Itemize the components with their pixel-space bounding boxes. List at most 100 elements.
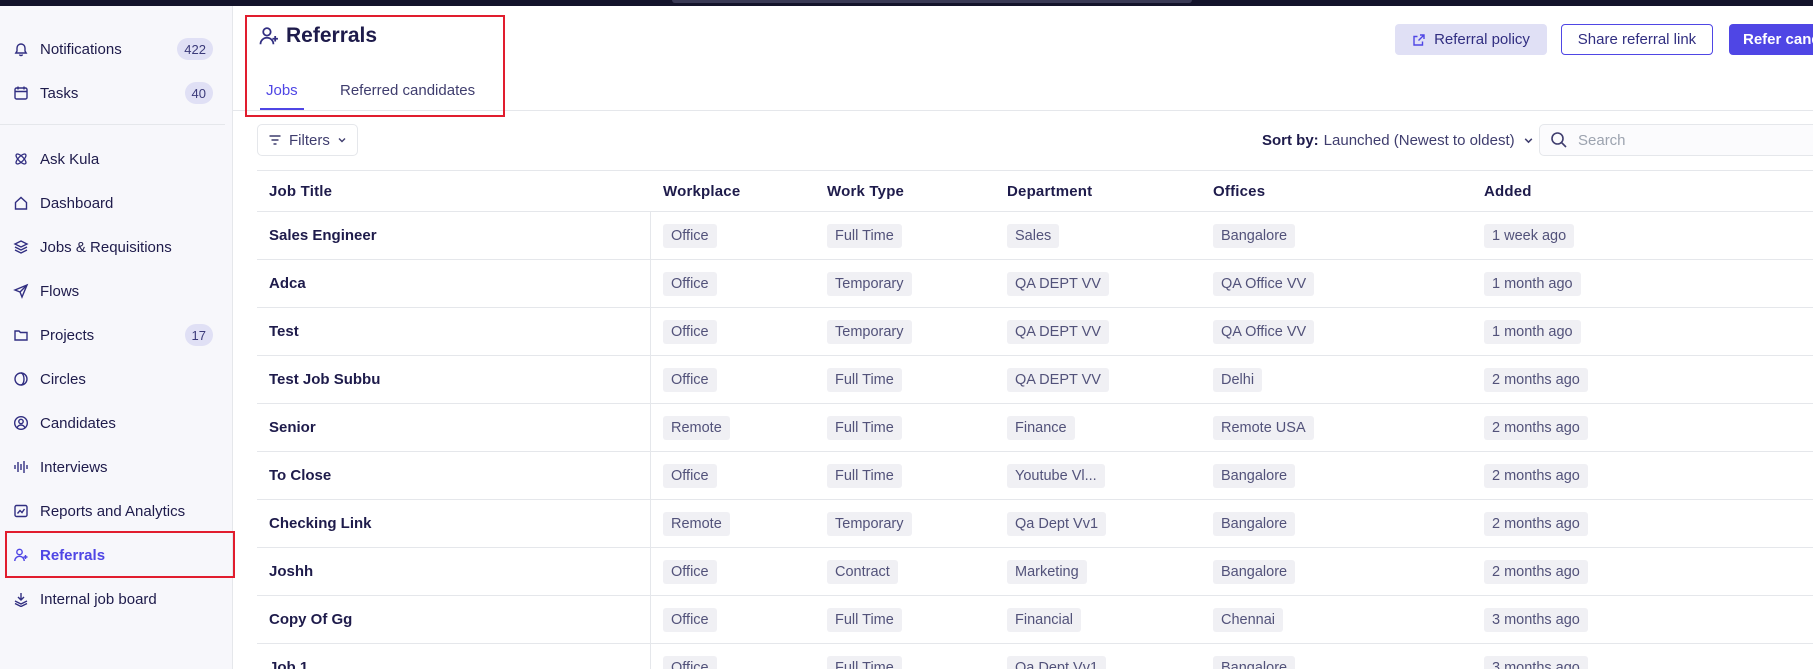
job-title-link[interactable]: Joshh — [269, 563, 313, 580]
sidebar-item-circles[interactable]: Circles — [0, 361, 233, 397]
office-pill: Chennai — [1213, 608, 1284, 632]
job-title-link[interactable]: Sales Engineer — [269, 227, 377, 244]
chevron-down-icon — [1523, 135, 1534, 146]
job-title-link[interactable]: To Close — [269, 467, 331, 484]
sidebar-item-label: Referrals — [40, 546, 106, 564]
column-header-added[interactable]: Added — [1484, 183, 1532, 200]
job-title-link[interactable]: Senior — [269, 419, 316, 436]
office-pill: Delhi — [1213, 368, 1263, 392]
job-title-link[interactable]: Job 1 — [269, 659, 308, 669]
work-type-pill: Contract — [827, 560, 898, 584]
office-pill: Bangalore — [1213, 560, 1296, 584]
sidebar-item-label: Internal job board — [40, 590, 157, 608]
office-pill: Bangalore — [1213, 224, 1296, 248]
job-title-link[interactable]: Test — [269, 323, 299, 340]
sort-value: Launched (Newest to oldest) — [1323, 132, 1515, 149]
calendar-icon — [12, 84, 30, 102]
table-header: Job Title Workplace Work Type Department… — [257, 170, 1813, 212]
office-pill: Bangalore — [1213, 464, 1296, 488]
added-pill: 2 months ago — [1484, 560, 1588, 584]
waveform-icon — [12, 458, 30, 476]
filters-label: Filters — [289, 131, 330, 149]
table-row[interactable]: Sales Engineer Office Full Time Sales Bangal… — [257, 212, 1813, 260]
search-icon — [1550, 131, 1568, 149]
page-title-text: Referrals — [286, 24, 378, 47]
column-header-workplace[interactable]: Workplace — [663, 183, 740, 200]
folder-icon — [12, 326, 30, 344]
table-row[interactable]: To Close Office Full Time Youtube Vl... Bang… — [257, 452, 1813, 500]
work-type-pill: Full Time — [827, 224, 902, 248]
office-pill: Bangalore — [1213, 512, 1296, 536]
projects-count-badge: 17 — [184, 324, 213, 346]
table-row[interactable]: Adca Office Temporary QA DEPT VV QA Office V… — [257, 260, 1813, 308]
table-row[interactable]: Checking Link Remote Temporary Qa Dept Vv1 B… — [257, 500, 1813, 548]
referral-policy-button[interactable]: Referral policy — [1395, 24, 1547, 55]
job-title-link[interactable]: Test Job Subbu — [269, 371, 380, 388]
search-input[interactable] — [1578, 131, 1798, 149]
sidebar-item-referrals[interactable]: Referrals — [0, 537, 233, 573]
filters-button[interactable]: Filters — [257, 124, 358, 156]
referral-policy-label: Referral policy — [1434, 31, 1530, 48]
workplace-pill: Office — [663, 560, 717, 584]
share-referral-link-button[interactable]: Share referral link — [1561, 24, 1713, 55]
work-type-pill: Temporary — [827, 320, 912, 344]
refer-candidate-button[interactable]: Refer cand — [1729, 24, 1813, 55]
sidebar-item-dashboard[interactable]: Dashboard — [0, 185, 233, 221]
added-pill: 1 month ago — [1484, 320, 1581, 344]
department-pill: QA DEPT VV — [1007, 272, 1109, 296]
job-title-link[interactable]: Checking Link — [269, 515, 372, 532]
sidebar-item-tasks[interactable]: Tasks 40 — [0, 75, 233, 111]
added-pill: 2 months ago — [1484, 464, 1588, 488]
work-type-pill: Full Time — [827, 656, 902, 669]
job-title-link[interactable]: Adca — [269, 275, 306, 292]
office-pill: QA Office VV — [1213, 272, 1315, 296]
added-pill: 1 month ago — [1484, 272, 1581, 296]
sidebar-item-label: Candidates — [40, 414, 116, 432]
workplace-pill: Office — [663, 320, 717, 344]
sidebar-item-flows[interactable]: Flows — [0, 273, 233, 309]
table-row[interactable]: Test Job Subbu Office Full Time QA DEPT VV D… — [257, 356, 1813, 404]
office-pill: QA Office VV — [1213, 320, 1315, 344]
office-pill: Bangalore — [1213, 656, 1296, 669]
table-row[interactable]: Test Office Temporary QA DEPT VV QA Office V… — [257, 308, 1813, 356]
sidebar-item-notifications[interactable]: Notifications 422 — [0, 31, 233, 67]
user-circle-icon — [12, 414, 30, 432]
sidebar-item-ask-kula[interactable]: Ask Kula — [0, 141, 233, 177]
sidebar-item-jobs-requisitions[interactable]: Jobs & Requisitions — [0, 229, 233, 265]
column-header-work-type[interactable]: Work Type — [827, 183, 904, 200]
sort-by-label: Sort by: — [1262, 132, 1319, 149]
workplace-pill: Remote — [663, 416, 730, 440]
tab-jobs[interactable]: Jobs — [260, 70, 304, 110]
sidebar-item-internal-job-board[interactable]: Internal job board — [0, 581, 233, 617]
table-row[interactable]: Job 1 Office Full Time Qa Dept Vv1 Bangalore… — [257, 644, 1813, 669]
added-pill: 3 months ago — [1484, 608, 1588, 632]
job-title-link[interactable]: Copy Of Gg — [269, 611, 352, 628]
added-pill: 3 months ago — [1484, 656, 1588, 669]
sidebar-item-label: Dashboard — [40, 194, 114, 212]
table-row[interactable]: Senior Remote Full Time Finance Remote USA 2 … — [257, 404, 1813, 452]
added-pill: 1 week ago — [1484, 224, 1575, 248]
sidebar-item-candidates[interactable]: Candidates — [0, 405, 233, 441]
work-type-pill: Temporary — [827, 272, 912, 296]
sort-dropdown[interactable]: Sort by: Launched (Newest to oldest) — [1262, 132, 1534, 149]
column-header-department[interactable]: Department — [1007, 183, 1092, 200]
sidebar-item-label: Jobs & Requisitions — [40, 238, 172, 256]
external-link-icon — [1412, 33, 1426, 47]
download-stack-icon — [12, 590, 30, 608]
table-row[interactable]: Copy Of Gg Office Full Time Financial Chenna… — [257, 596, 1813, 644]
workplace-pill: Office — [663, 608, 717, 632]
table-row[interactable]: Joshh Office Contract Marketing Bangalore 2 m… — [257, 548, 1813, 596]
tab-referred-candidates[interactable]: Referred candidates — [334, 70, 481, 110]
work-type-pill: Full Time — [827, 464, 902, 488]
sidebar-item-projects[interactable]: Projects 17 — [0, 317, 233, 353]
column-header-job-title[interactable]: Job Title — [269, 183, 332, 200]
added-pill: 2 months ago — [1484, 512, 1588, 536]
sidebar-item-label: Ask Kula — [40, 150, 100, 168]
workplace-pill: Office — [663, 272, 717, 296]
column-header-offices[interactable]: Offices — [1213, 183, 1265, 200]
sidebar-item-reports[interactable]: Reports and Analytics — [0, 493, 233, 529]
sidebar-item-interviews[interactable]: Interviews — [0, 449, 233, 485]
search-box[interactable] — [1539, 124, 1813, 156]
layers-icon — [12, 238, 30, 256]
added-pill: 2 months ago — [1484, 416, 1588, 440]
